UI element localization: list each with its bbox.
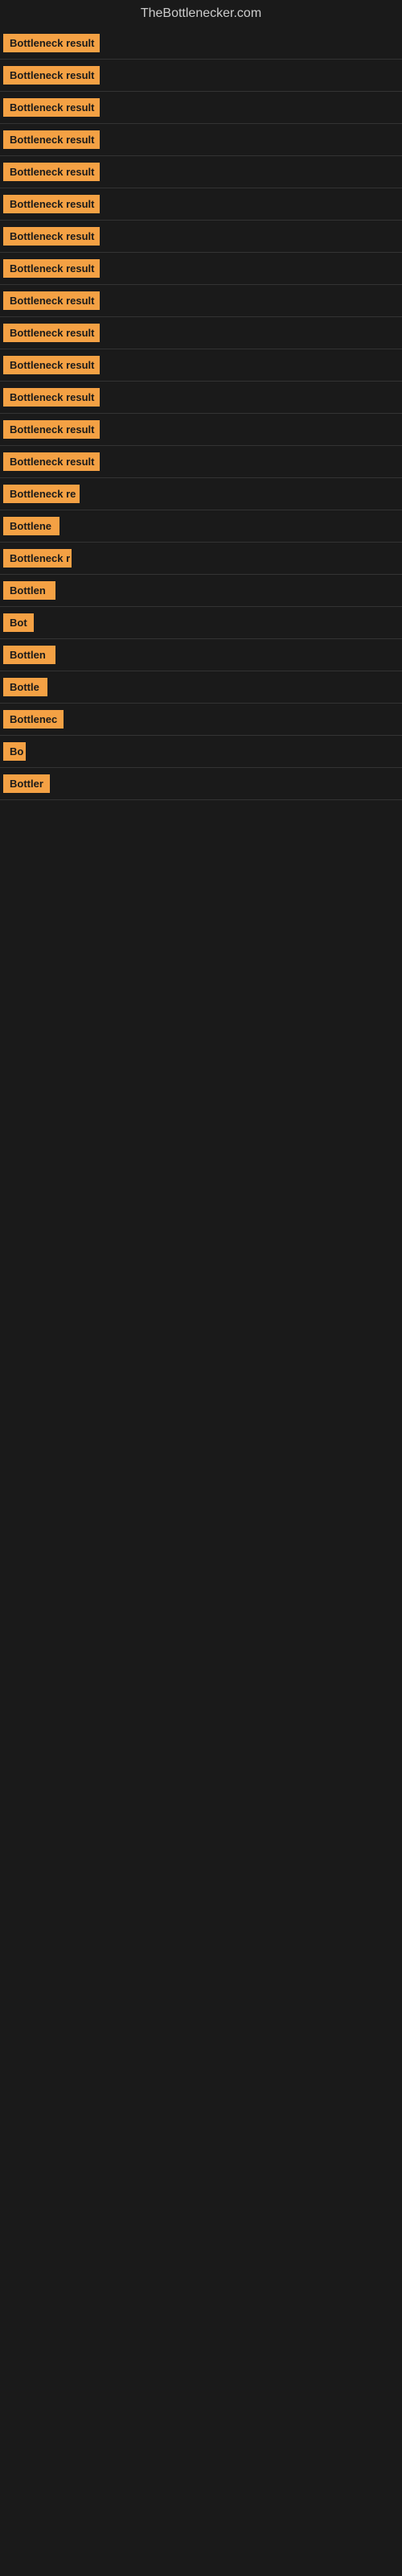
list-item[interactable]: Bottle: [0, 671, 402, 704]
bottleneck-badge: Bottlen: [3, 646, 55, 664]
list-item[interactable]: Bottleneck result: [0, 124, 402, 156]
list-item[interactable]: Bottleneck result: [0, 156, 402, 188]
bottleneck-badge: Bottlenec: [3, 710, 64, 729]
list-item[interactable]: Bottleneck result: [0, 188, 402, 221]
list-item[interactable]: Bottlene: [0, 510, 402, 543]
list-item[interactable]: Bottleneck result: [0, 414, 402, 446]
bottleneck-badge: Bottleneck result: [3, 227, 100, 246]
items-container: Bottleneck result Bottleneck result Bottle…: [0, 27, 402, 800]
list-item[interactable]: Bottleneck result: [0, 27, 402, 60]
bottleneck-badge: Bottleneck result: [3, 356, 100, 374]
bottleneck-badge: Bottleneck result: [3, 163, 100, 181]
bottleneck-badge: Bo: [3, 742, 26, 761]
list-item[interactable]: Bottleneck result: [0, 253, 402, 285]
bottleneck-badge: Bottleneck result: [3, 34, 100, 52]
list-item[interactable]: Bottleneck re: [0, 478, 402, 510]
list-item[interactable]: Bottleneck result: [0, 285, 402, 317]
bottleneck-badge: Bottleneck result: [3, 130, 100, 149]
list-item[interactable]: Bottleneck result: [0, 60, 402, 92]
bottleneck-badge: Bottle: [3, 678, 47, 696]
list-item[interactable]: Bottleneck result: [0, 349, 402, 382]
list-item[interactable]: Bottlen: [0, 575, 402, 607]
list-item[interactable]: Bottlen: [0, 639, 402, 671]
bottleneck-badge: Bottlen: [3, 581, 55, 600]
list-item[interactable]: Bottleneck result: [0, 446, 402, 478]
bottleneck-badge: Bottleneck re: [3, 485, 80, 503]
list-item[interactable]: Bottleneck result: [0, 221, 402, 253]
list-item[interactable]: Bo: [0, 736, 402, 768]
list-item[interactable]: Bot: [0, 607, 402, 639]
bottleneck-badge: Bottleneck result: [3, 388, 100, 407]
site-title-text: TheBottlenecker.com: [141, 6, 261, 20]
list-item[interactable]: Bottler: [0, 768, 402, 800]
list-item[interactable]: Bottleneck r: [0, 543, 402, 575]
list-item[interactable]: Bottleneck result: [0, 92, 402, 124]
list-item[interactable]: Bottleneck result: [0, 317, 402, 349]
bottleneck-badge: Bottleneck result: [3, 452, 100, 471]
site-title: TheBottlenecker.com: [0, 0, 402, 27]
bottleneck-badge: Bottleneck result: [3, 324, 100, 342]
list-item[interactable]: Bottlenec: [0, 704, 402, 736]
bottleneck-badge: Bottler: [3, 774, 50, 793]
bottleneck-badge: Bottleneck result: [3, 66, 100, 85]
bottleneck-badge: Bottleneck result: [3, 195, 100, 213]
list-item[interactable]: Bottleneck result: [0, 382, 402, 414]
bottleneck-badge: Bottleneck result: [3, 291, 100, 310]
bottleneck-badge: Bottleneck result: [3, 98, 100, 117]
bottleneck-badge: Bottleneck r: [3, 549, 72, 568]
bottleneck-badge: Bottleneck result: [3, 420, 100, 439]
bottleneck-badge: Bottlene: [3, 517, 59, 535]
bottleneck-badge: Bot: [3, 613, 34, 632]
bottleneck-badge: Bottleneck result: [3, 259, 100, 278]
